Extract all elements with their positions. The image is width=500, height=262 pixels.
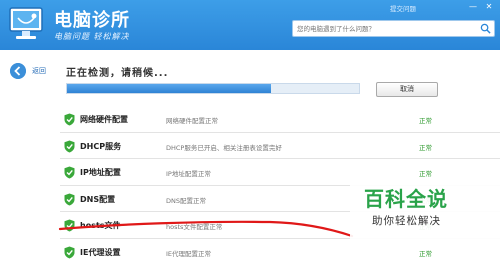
check-row-name: 网络硬件配置 — [80, 115, 128, 124]
check-row-name: IE代理设置 — [80, 247, 121, 257]
check-row-status: 正常 — [419, 143, 432, 152]
shield-check-icon — [64, 140, 75, 152]
search-input[interactable] — [293, 21, 477, 36]
monitor-stethoscope-logo — [9, 7, 43, 39]
check-row: 网络硬件配置 网络硬件配置正常 正常 — [60, 106, 500, 133]
back-label[interactable]: 返回 — [32, 66, 46, 76]
app-title: 电脑诊所 — [54, 10, 130, 31]
check-row-desc: 网络硬件配置正常 — [166, 117, 218, 125]
check-row-name: DHCP服务 — [80, 141, 122, 151]
search-box[interactable] — [292, 20, 495, 37]
check-row-desc: hosts文件配置正常 — [166, 223, 223, 231]
watermark: 百科全说 助你轻松解决 — [350, 180, 500, 240]
app-header: 电脑诊所 电脑问题 轻松解决 提交问题 — ✕ — [0, 0, 500, 50]
cancel-button[interactable]: 取消 — [376, 82, 438, 97]
shield-check-icon — [64, 193, 75, 205]
check-row: DHCP服务 DHCP服务已开启、相关注册表设置完好 正常 — [60, 133, 500, 159]
feedback-link[interactable]: 提交问题 — [390, 3, 416, 13]
progress-bar — [66, 83, 360, 94]
check-row-name: IP地址配置 — [80, 168, 121, 177]
check-row-status: 正常 — [419, 117, 432, 125]
check-row-name: hosts文件 — [80, 221, 121, 230]
close-icon[interactable]: ✕ — [484, 2, 494, 12]
status-text: 正在检测，请稍候... — [66, 68, 169, 79]
shield-check-icon — [64, 246, 75, 258]
check-row-desc: DHCP服务已开启、相关注册表设置完好 — [166, 143, 282, 152]
progress-fill — [67, 84, 272, 93]
shield-check-icon — [64, 113, 75, 126]
check-row-desc: IE代理配置正常 — [166, 249, 212, 258]
back-arrow-icon[interactable] — [10, 63, 26, 79]
shield-check-icon — [64, 166, 75, 179]
check-row-name: DNS配置 — [80, 194, 116, 204]
check-row-status: 正常 — [419, 170, 432, 178]
check-row-desc: DNS配置正常 — [166, 196, 206, 205]
app-slogan: 电脑问题 轻松解决 — [54, 32, 130, 41]
shield-check-icon — [64, 219, 75, 232]
check-row-status: 正常 — [419, 249, 432, 258]
check-row-desc: IP地址配置正常 — [166, 170, 211, 178]
search-icon[interactable] — [480, 23, 491, 34]
watermark-title: 百科全说 — [364, 187, 448, 211]
watermark-subtitle: 助你轻松解决 — [372, 215, 441, 227]
check-row: IE代理设置 IE代理配置正常 正常 — [60, 239, 500, 262]
minimize-icon[interactable]: — — [468, 2, 478, 12]
